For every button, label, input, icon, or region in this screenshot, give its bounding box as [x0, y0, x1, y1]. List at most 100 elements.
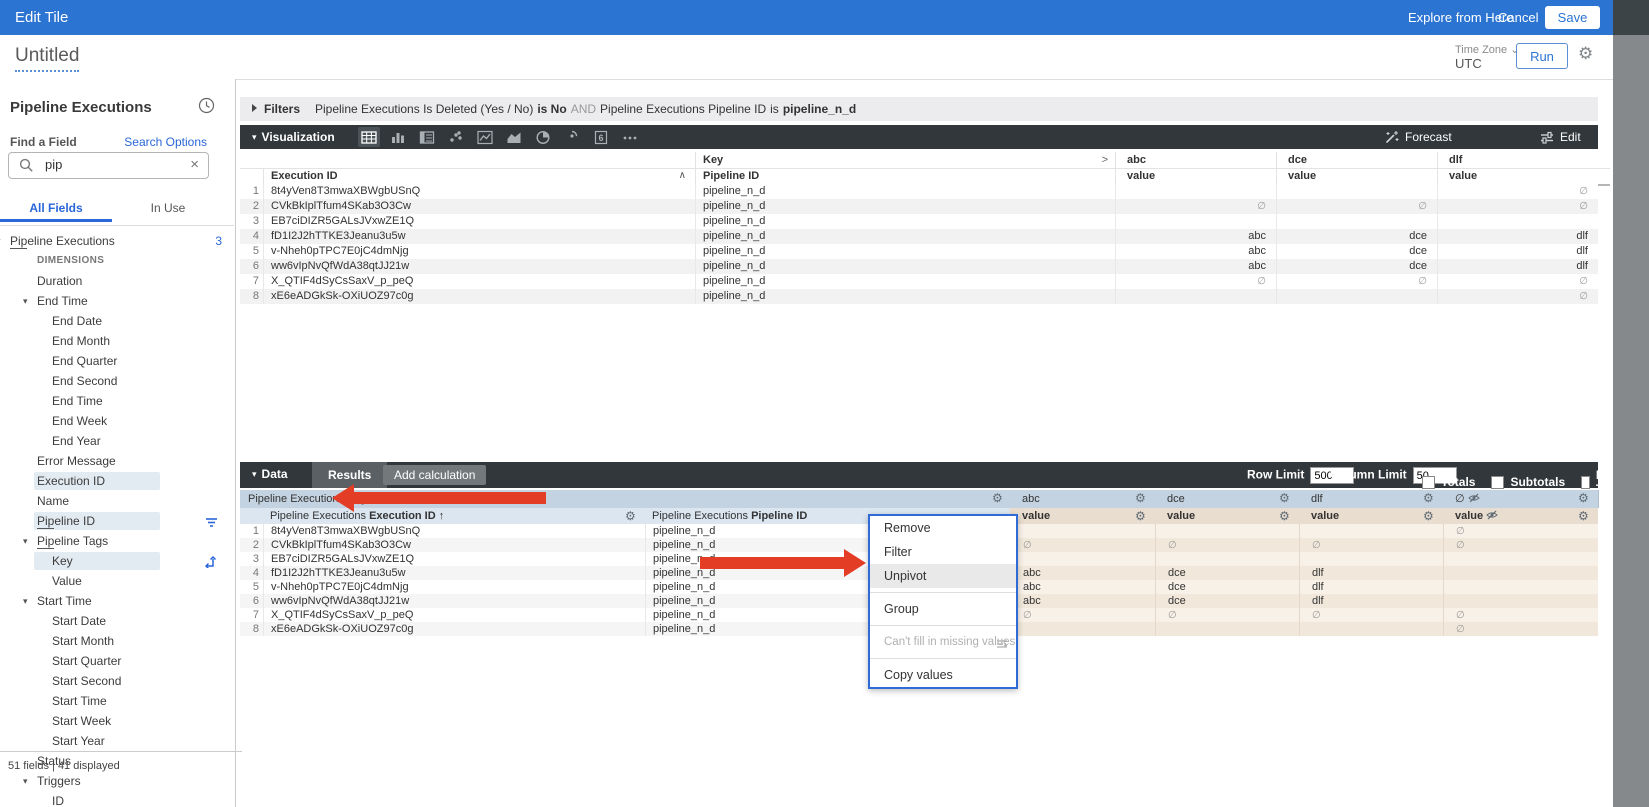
pivot-value-cell[interactable]	[1299, 524, 1443, 538]
pivot-value-cell[interactable]: ∅	[1437, 184, 1598, 199]
gear-icon[interactable]: ⚙	[1279, 509, 1290, 523]
results-pivot-col-abc[interactable]: abc⚙	[1010, 490, 1156, 508]
pivot-value-cell[interactable]: dce	[1276, 259, 1437, 274]
execution-id-cell[interactable]: xE6eADGkSk-OXiUOZ97c0g	[263, 289, 695, 304]
results-pivot-col-dce[interactable]: dce⚙	[1155, 490, 1300, 508]
caret-down-icon[interactable]: ▾	[23, 771, 28, 791]
pivot-value-cell[interactable]	[1443, 566, 1598, 580]
forecast-button[interactable]: Forecast	[1385, 130, 1452, 144]
sidebar-item-start-time[interactable]: Start Time	[0, 691, 234, 711]
single-value-icon[interactable]: 6	[590, 127, 612, 147]
sidebar-item-end-year[interactable]: End Year	[0, 431, 234, 451]
sidebar-item-error-message[interactable]: Error Message	[0, 451, 234, 471]
results-header-value[interactable]: value⚙	[1010, 508, 1155, 524]
execution-id-cell[interactable]: X_QTIF4dSyCsSaxV_p_peQ	[263, 608, 645, 622]
sidebar-item-pipeline-id[interactable]: Pipeline ID	[0, 511, 234, 531]
execution-id-cell[interactable]: EB7ciDIZR5GALsJVxwZE1Q	[263, 214, 695, 229]
gear-icon[interactable]: ⚙	[1279, 491, 1290, 505]
pivot-value-cell[interactable]: abc	[1115, 244, 1276, 259]
viz-pivot-value-header[interactable]: dce	[1276, 152, 1449, 169]
pivot-value-cell[interactable]	[1443, 580, 1598, 594]
execution-id-cell[interactable]: fD1I2J2hTTKE3Jeanu3u5w	[263, 566, 645, 580]
viz-pivot-value-header[interactable]: dlf	[1437, 152, 1610, 169]
search-options-link[interactable]: Search Options	[124, 135, 207, 149]
pivot-value-cell[interactable]: ∅	[1010, 608, 1155, 622]
sidebar-item-start-month[interactable]: Start Month	[0, 631, 234, 651]
pivot-value-cell[interactable]	[1437, 214, 1598, 229]
pivot-value-cell[interactable]: abc	[1115, 259, 1276, 274]
sidebar-item-triggers[interactable]: ▾Triggers	[0, 771, 234, 791]
more-icon[interactable]	[619, 127, 641, 147]
viz-pivot-value-header[interactable]: abc	[1115, 152, 1288, 169]
pie-chart-icon[interactable]	[532, 127, 554, 147]
tile-title-input[interactable]: Untitled	[15, 45, 79, 72]
sidebar-item-start-date[interactable]: Start Date	[0, 611, 234, 631]
gear-icon[interactable]: ⚙	[1423, 509, 1434, 523]
execution-id-cell[interactable]: v-Nheh0pTPC7E0jC4dmNjg	[263, 580, 645, 594]
save-button[interactable]: Save	[1545, 6, 1600, 29]
sidebar-item-name[interactable]: Name	[0, 491, 234, 511]
pivot-value-cell[interactable]: abc	[1010, 580, 1155, 594]
area-chart-icon[interactable]	[503, 127, 525, 147]
menu-item-copy-values[interactable]: Copy values	[870, 663, 1016, 687]
expand-triangle-icon[interactable]	[252, 104, 257, 112]
pivot-value-cell[interactable]	[1010, 552, 1155, 566]
pivot-value-cell[interactable]: dce	[1155, 566, 1299, 580]
pivot-value-cell[interactable]: ∅	[1443, 538, 1598, 552]
sidebar-item-end-week[interactable]: End Week	[0, 411, 234, 431]
sidebar-item-end-time[interactable]: End Time	[0, 391, 234, 411]
pivot-value-cell[interactable]: ∅	[1299, 608, 1443, 622]
bar-chart-icon[interactable]	[387, 127, 409, 147]
pipeline-id-cell[interactable]: pipeline_n_d	[695, 259, 1115, 274]
pivot-value-cell[interactable]: dce	[1276, 244, 1437, 259]
caret-down-icon[interactable]: ▾	[23, 531, 28, 551]
sidebar-item-id[interactable]: ID	[0, 791, 234, 807]
search-input[interactable]	[43, 156, 177, 173]
pivot-value-cell[interactable]: ∅	[1115, 199, 1276, 214]
sidebar-item-key[interactable]: Key	[0, 551, 234, 571]
sidebar-item-duration[interactable]: Duration	[0, 271, 234, 291]
results-pivot-col-null[interactable]: ∅ ⚙	[1443, 490, 1599, 508]
execution-id-cell[interactable]: EB7ciDIZR5GALsJVxwZE1Q	[263, 552, 645, 566]
viz-pivot-key-header[interactable]: Key>	[695, 152, 1116, 169]
pivot-value-cell[interactable]: dlf	[1299, 580, 1443, 594]
results-header-value[interactable]: value⚙	[1299, 508, 1443, 524]
pivot-value-cell[interactable]: ∅	[1443, 608, 1598, 622]
pivot-value-cell[interactable]: abc	[1115, 229, 1276, 244]
execution-id-cell[interactable]: 8t4yVen8T3mwaXBWgbUSnQ	[263, 184, 695, 199]
pivot-value-cell[interactable]: abc	[1010, 566, 1155, 580]
sidebar-item-end-quarter[interactable]: End Quarter	[0, 351, 234, 371]
pivot-value-cell[interactable]	[1155, 524, 1299, 538]
chevron-right-icon[interactable]: >	[1102, 152, 1108, 168]
pivot-value-cell[interactable]	[1299, 622, 1443, 636]
results-pivot-col-dlf[interactable]: dlf⚙	[1299, 490, 1444, 508]
field-search-box[interactable]: ×	[8, 152, 209, 179]
caret-down-icon[interactable]: ▾	[0, 231, 1, 251]
execution-id-cell[interactable]: v-Nheh0pTPC7E0jC4dmNjg	[263, 244, 695, 259]
run-button[interactable]: Run	[1516, 43, 1568, 69]
sidebar-item-end-time[interactable]: ▾End Time	[0, 291, 234, 311]
gear-icon[interactable]: ⚙	[1135, 509, 1146, 523]
tab-all-fields[interactable]: All Fields	[0, 201, 112, 215]
sidebar-item-value[interactable]: Value	[0, 571, 234, 591]
gear-icon[interactable]: ⚙	[1423, 491, 1434, 505]
pivot-value-cell[interactable]	[1276, 289, 1437, 304]
pivot-value-cell[interactable]: abc	[1010, 594, 1155, 608]
edit-viz-button[interactable]: Edit	[1540, 130, 1581, 144]
pipeline-id-cell[interactable]: pipeline_n_d	[695, 289, 1115, 304]
pipeline-id-cell[interactable]: pipeline_n_d	[695, 184, 1115, 199]
pivot-value-cell[interactable]: ∅	[1155, 608, 1299, 622]
pivot-value-cell[interactable]: dlf	[1437, 244, 1598, 259]
tab-in-use[interactable]: In Use	[112, 201, 224, 215]
execution-id-cell[interactable]: CVkBkIplTfum4SKab3O3Cw	[263, 199, 695, 214]
execution-id-cell[interactable]: ww6vIpNvQfWdA38qtJJ21w	[263, 259, 695, 274]
pivot-value-cell[interactable]: ∅	[1276, 274, 1437, 289]
gear-icon[interactable]: ⚙	[625, 509, 636, 523]
sidebar-item-execution-id[interactable]: Execution ID	[0, 471, 234, 491]
sidebar-item-start-week[interactable]: Start Week	[0, 711, 234, 731]
pivot-value-cell[interactable]	[1115, 184, 1276, 199]
table-icon[interactable]	[358, 127, 380, 147]
sidebar-item-pipeline-tags[interactable]: ▾Pipeline Tags	[0, 531, 234, 551]
scatter-icon[interactable]	[445, 127, 467, 147]
data-toggle[interactable]: ▾Data	[252, 467, 288, 481]
